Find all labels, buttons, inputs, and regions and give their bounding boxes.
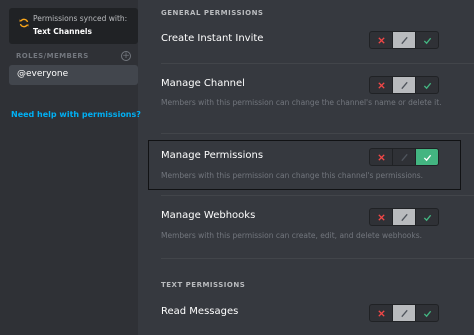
allow-button[interactable] <box>416 209 438 225</box>
allow-button[interactable] <box>416 32 438 48</box>
allow-button[interactable] <box>416 77 438 93</box>
section-header-text: TEXT PERMISSIONS <box>161 281 246 289</box>
permission-name: Manage Permissions <box>161 150 264 161</box>
deny-button[interactable] <box>370 209 393 225</box>
divider <box>161 63 474 64</box>
slash-icon <box>400 81 408 89</box>
deny-button[interactable] <box>370 32 393 48</box>
passthrough-button[interactable] <box>393 305 416 321</box>
permission-name: Create Instant Invite <box>161 33 264 44</box>
permission-toggle-manage-webhooks <box>369 208 439 226</box>
check-icon <box>423 37 431 44</box>
sync-notice: Permissions synced with: Text Channels <box>9 8 138 44</box>
permission-toggle-manage-channel <box>369 76 439 94</box>
permission-toggle-read-messages <box>369 304 439 322</box>
permission-name: Manage Webhooks <box>161 210 256 221</box>
check-icon <box>423 154 431 161</box>
slash-icon <box>400 213 408 221</box>
x-icon <box>377 81 385 89</box>
roles-members-header: ROLES/MEMBERS <box>16 52 89 60</box>
allow-button[interactable] <box>416 149 438 165</box>
passthrough-button[interactable] <box>393 32 416 48</box>
help-link[interactable]: Need help with permissions? <box>11 110 141 119</box>
deny-button[interactable] <box>370 77 393 93</box>
passthrough-button[interactable] <box>393 209 416 225</box>
permission-toggle-create-instant-invite <box>369 31 439 49</box>
passthrough-button[interactable] <box>393 77 416 93</box>
sync-notice-channel: Text Channels <box>33 27 92 36</box>
role-item-label: @everyone <box>17 69 69 79</box>
role-item-everyone[interactable]: @everyone <box>9 65 138 85</box>
permission-toggle-manage-permissions <box>369 148 439 166</box>
allow-button[interactable] <box>416 305 438 321</box>
sync-icon <box>19 18 29 28</box>
divider <box>161 195 474 196</box>
slash-icon <box>400 309 408 317</box>
check-icon <box>423 214 431 221</box>
passthrough-button[interactable] <box>393 149 416 165</box>
permission-description: Members with this permission can change … <box>161 98 442 107</box>
x-icon <box>377 153 385 161</box>
x-icon <box>377 309 385 317</box>
slash-icon <box>400 36 408 44</box>
deny-button[interactable] <box>370 305 393 321</box>
sync-notice-label: Permissions synced with: <box>33 14 128 23</box>
section-header-general: GENERAL PERMISSIONS <box>161 9 264 17</box>
permission-description: Members with this permission can create,… <box>161 231 423 240</box>
permission-name: Read Messages <box>161 306 239 317</box>
permission-name: Manage Channel <box>161 78 245 89</box>
plus-circle-icon[interactable]: + <box>121 51 131 61</box>
sidebar: Permissions synced with: Text Channels R… <box>0 0 141 335</box>
check-icon <box>423 310 431 317</box>
slash-icon <box>400 153 408 161</box>
x-icon <box>377 36 385 44</box>
divider <box>161 133 474 134</box>
x-icon <box>377 213 385 221</box>
permission-description: Members with this permission can change … <box>161 171 424 180</box>
deny-button[interactable] <box>370 149 393 165</box>
divider <box>161 258 474 259</box>
check-icon <box>423 82 431 89</box>
